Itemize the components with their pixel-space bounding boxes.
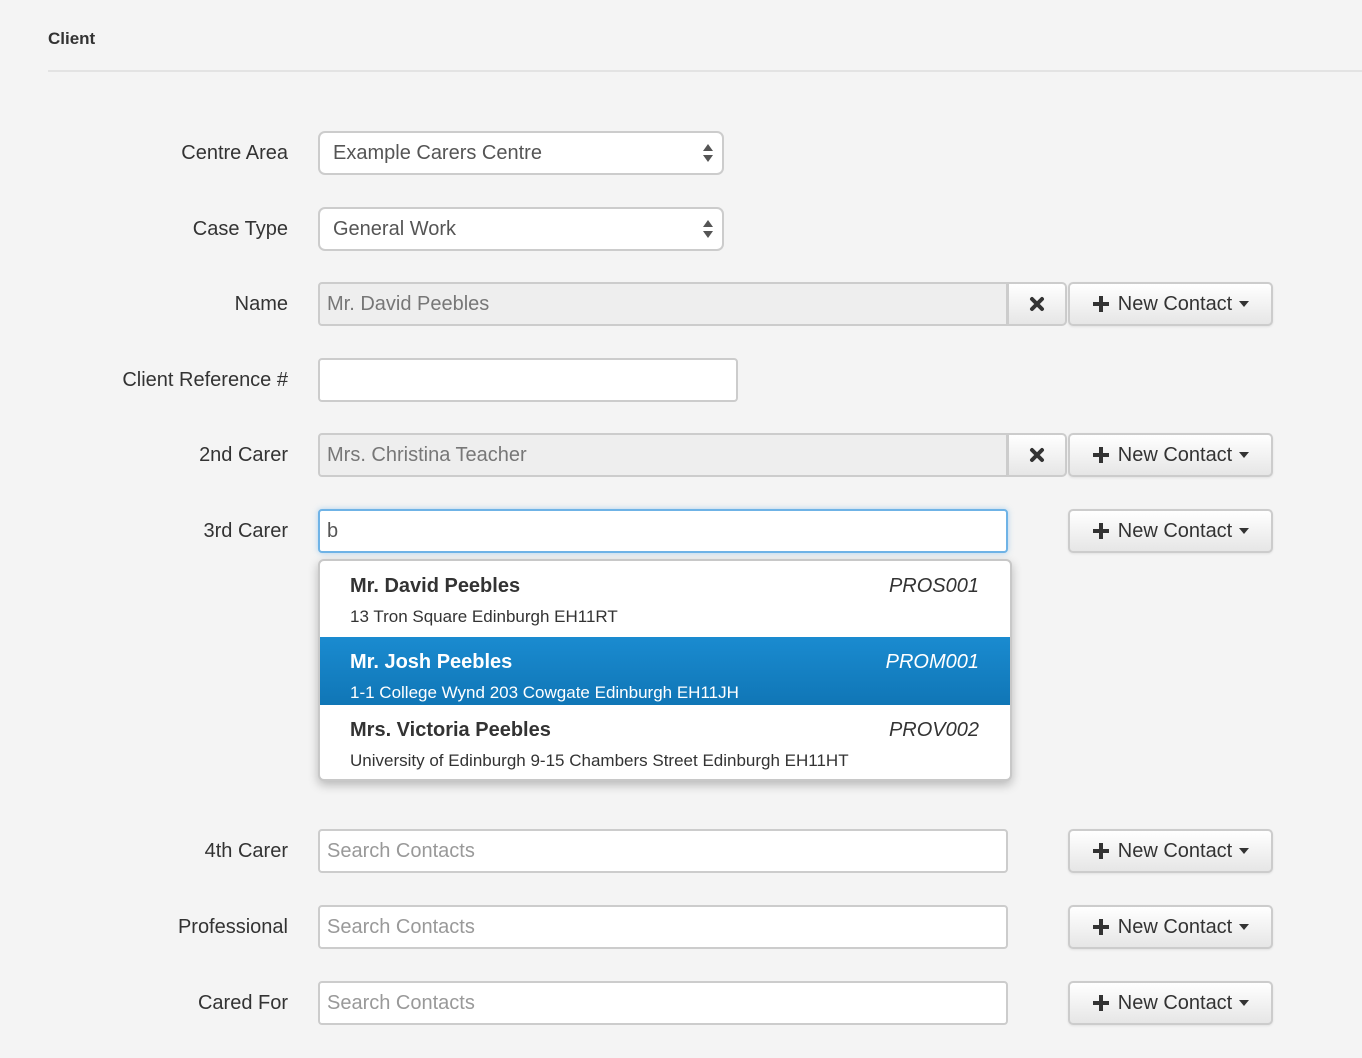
new-contact-label: New Contact <box>1117 443 1233 466</box>
third-carer-label: 3rd Carer <box>203 520 288 542</box>
contact-address: 1-1 College Wynd 203 Cowgate Edinburgh E… <box>350 683 739 702</box>
professional-row: Professional Search Contacts New Contact <box>0 905 1362 951</box>
times-icon <box>1030 297 1044 311</box>
plus-icon <box>1092 522 1110 540</box>
second-carer-row: 2nd Carer Mrs. Christina Teacher New Con… <box>0 433 1362 479</box>
third-carer-value: b <box>327 520 339 542</box>
clear-second-carer-button[interactable] <box>1007 433 1067 477</box>
case-type-label: Case Type <box>192 218 288 240</box>
cared-for-row: Cared For Search Contacts New Contact <box>0 981 1362 1027</box>
new-contact-button[interactable]: New Contact <box>1068 905 1273 949</box>
select-arrows-icon <box>703 144 713 162</box>
second-carer-label: 2nd Carer <box>199 444 288 466</box>
new-contact-label: New Contact <box>1117 915 1233 938</box>
case-type-value: General Work <box>333 218 457 240</box>
plus-icon <box>1092 446 1110 464</box>
name-field[interactable]: Mr. David Peebles <box>318 282 1008 326</box>
name-value: Mr. David Peebles <box>327 293 490 315</box>
search-placeholder: Search Contacts <box>327 840 475 862</box>
case-type-row: Case Type General Work <box>0 207 1362 253</box>
plus-icon <box>1092 994 1110 1012</box>
new-contact-button[interactable]: New Contact <box>1068 509 1273 553</box>
plus-icon <box>1092 918 1110 936</box>
case-type-select[interactable]: General Work <box>318 207 724 251</box>
contact-name: Mr. Josh Peebles <box>350 651 513 673</box>
plus-icon <box>1092 295 1110 313</box>
new-contact-button[interactable]: New Contact <box>1068 433 1273 477</box>
centre-area-select[interactable]: Example Carers Centre <box>318 131 724 175</box>
second-carer-value: Mrs. Christina Teacher <box>327 444 527 466</box>
cared-for-label: Cared For <box>197 992 288 1014</box>
search-placeholder: Search Contacts <box>327 916 475 938</box>
name-row: Name Mr. David Peebles New Contact <box>0 282 1362 328</box>
third-carer-search-input[interactable]: b <box>318 509 1008 553</box>
centre-area-label: Centre Area <box>181 142 288 164</box>
clear-name-button[interactable] <box>1007 282 1067 326</box>
autocomplete-item[interactable]: Mr. David Peebles PROS001 13 Tron Square… <box>320 561 1010 629</box>
select-arrows-icon <box>703 220 713 238</box>
plus-icon <box>1092 842 1110 860</box>
professional-search-input[interactable]: Search Contacts <box>318 905 1008 949</box>
caret-down-icon <box>1239 528 1250 534</box>
new-contact-button[interactable]: New Contact <box>1068 282 1273 326</box>
contact-code: PROS001 <box>888 575 979 597</box>
new-contact-button[interactable]: New Contact <box>1068 829 1273 873</box>
section-title: Client <box>48 29 96 48</box>
new-contact-label: New Contact <box>1117 292 1233 315</box>
autocomplete-item-active[interactable]: Mr. Josh Peebles PROM001 1-1 College Wyn… <box>320 637 1010 705</box>
new-contact-label: New Contact <box>1117 519 1233 542</box>
new-contact-label: New Contact <box>1117 991 1233 1014</box>
name-label: Name <box>234 293 288 315</box>
search-placeholder: Search Contacts <box>327 992 475 1014</box>
caret-down-icon <box>1239 924 1250 930</box>
caret-down-icon <box>1239 1000 1250 1006</box>
centre-area-value: Example Carers Centre <box>333 142 542 164</box>
client-reference-label: Client Reference # <box>122 369 288 391</box>
client-reference-row: Client Reference # <box>0 358 1362 404</box>
contact-name: Mr. David Peebles <box>350 575 521 597</box>
cared-for-search-input[interactable]: Search Contacts <box>318 981 1008 1025</box>
client-reference-input[interactable] <box>318 358 738 402</box>
contact-name: Mrs. Victoria Peebles <box>350 719 551 741</box>
contact-address: University of Edinburgh 9-15 Chambers St… <box>350 751 849 770</box>
fourth-carer-label: 4th Carer <box>204 840 288 862</box>
contact-address: 13 Tron Square Edinburgh EH11RT <box>350 607 618 626</box>
times-icon <box>1030 448 1044 462</box>
section-divider <box>48 70 1362 72</box>
fourth-carer-search-input[interactable]: Search Contacts <box>318 829 1008 873</box>
autocomplete-dropdown: Mr. David Peebles PROS001 13 Tron Square… <box>318 559 1012 781</box>
contact-code: PROM001 <box>885 651 979 673</box>
new-contact-button[interactable]: New Contact <box>1068 981 1273 1025</box>
second-carer-field[interactable]: Mrs. Christina Teacher <box>318 433 1008 477</box>
caret-down-icon <box>1239 848 1250 854</box>
fourth-carer-row: 4th Carer Search Contacts New Contact <box>0 829 1362 875</box>
professional-label: Professional <box>177 916 288 938</box>
caret-down-icon <box>1239 452 1250 458</box>
contact-code: PROV002 <box>888 719 979 741</box>
caret-down-icon <box>1239 301 1250 307</box>
centre-area-row: Centre Area Example Carers Centre <box>0 131 1362 177</box>
third-carer-row: 3rd Carer b New Contact <box>0 509 1362 555</box>
new-contact-label: New Contact <box>1117 839 1233 862</box>
autocomplete-item[interactable]: Mrs. Victoria Peebles PROV002 University… <box>320 705 1010 773</box>
